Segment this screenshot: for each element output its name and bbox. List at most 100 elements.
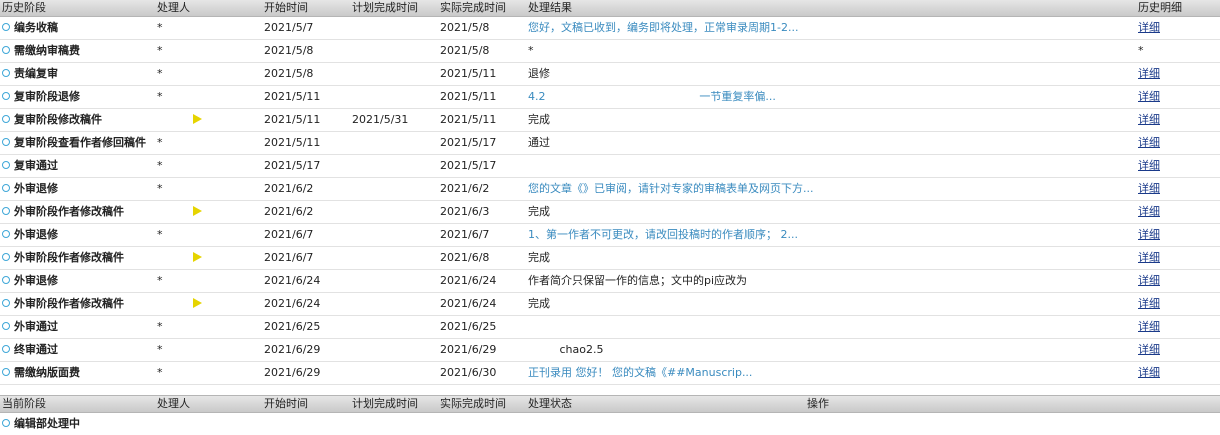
circle-bullet-icon bbox=[2, 345, 10, 353]
result-cell[interactable]: 正刊录用 您好！ 您的文稿《##Manuscrip... bbox=[528, 362, 752, 384]
detail-link[interactable]: 详细 bbox=[1138, 201, 1160, 223]
circle-bullet-icon bbox=[2, 419, 10, 427]
detail-link[interactable]: 详细 bbox=[1138, 316, 1160, 338]
current-row: 编辑部处理中 bbox=[0, 413, 1220, 435]
result-cell: 退修 bbox=[528, 67, 550, 80]
history-body: 编务收稿 * 2021/5/7 2021/5/8 您好，文稿已收到，编务即将处理，正常审… bbox=[0, 17, 1220, 385]
flag-icon bbox=[193, 252, 202, 262]
circle-bullet-icon bbox=[2, 161, 10, 169]
circle-bullet-icon bbox=[2, 299, 10, 307]
result-cell[interactable]: 您的文章《》已审阅，请针对专家的审稿表单及网页下方... bbox=[528, 178, 814, 200]
actual-cell: 2021/6/3 bbox=[440, 205, 490, 218]
detail-link[interactable]: 详细 bbox=[1138, 247, 1160, 269]
col-current-op: 操作 bbox=[807, 397, 829, 410]
stage-cell: 需缴纳审稿费 bbox=[2, 40, 80, 62]
handler-cell: * bbox=[157, 274, 163, 287]
result-cell[interactable]: 1、第一作者不可更改，请改回投稿时的作者顺序； 2... bbox=[528, 224, 798, 246]
detail-link[interactable]: 详细 bbox=[1138, 109, 1160, 131]
detail-link[interactable]: 详细 bbox=[1138, 155, 1160, 177]
result-cell: 完成 bbox=[528, 297, 550, 310]
section-gap bbox=[0, 385, 1220, 396]
stage-label: 复审阶段修改稿件 bbox=[14, 113, 102, 126]
start-cell: 2021/5/8 bbox=[264, 44, 314, 57]
actual-cell: 2021/6/7 bbox=[440, 228, 490, 241]
current-header: 当前阶段 处理人 开始时间 计划完成时间 实际完成时间 处理状态 操作 bbox=[0, 396, 1220, 413]
flag-icon bbox=[193, 114, 202, 124]
start-cell: 2021/5/7 bbox=[264, 21, 314, 34]
detail-link[interactable]: 详细 bbox=[1138, 362, 1160, 384]
circle-bullet-icon bbox=[2, 23, 10, 31]
handler-cell: * bbox=[157, 182, 163, 195]
handler-cell: * bbox=[157, 21, 163, 34]
actual-cell: 2021/6/25 bbox=[440, 320, 497, 333]
detail-link[interactable]: 详细 bbox=[1138, 132, 1160, 154]
stage-cell: 复审通过 bbox=[2, 155, 58, 177]
start-cell: 2021/5/11 bbox=[264, 136, 321, 149]
actual-cell: 2021/6/24 bbox=[440, 274, 497, 287]
table-row: 责编复审 * 2021/5/8 2021/5/11 退修 详细 bbox=[0, 63, 1220, 86]
col-current-status: 处理状态 bbox=[528, 397, 572, 410]
start-cell: 2021/6/29 bbox=[264, 343, 321, 356]
circle-bullet-icon bbox=[2, 207, 10, 215]
stage-label: 复审阶段查看作者修回稿件 bbox=[14, 136, 146, 149]
handler-cell: * bbox=[157, 320, 163, 333]
stage-label: 外审退修 bbox=[14, 274, 58, 287]
col-hist: 历史明细 bbox=[1138, 1, 1182, 14]
start-cell: 2021/6/7 bbox=[264, 228, 314, 241]
start-cell: 2021/6/25 bbox=[264, 320, 321, 333]
start-cell: 2021/6/7 bbox=[264, 251, 314, 264]
detail-link[interactable]: 详细 bbox=[1138, 339, 1160, 361]
circle-bullet-icon bbox=[2, 368, 10, 376]
table-row: 终审通过 * 2021/6/29 2021/6/29 chao2.5 详细 bbox=[0, 339, 1220, 362]
col-result: 处理结果 bbox=[528, 1, 572, 14]
detail-link[interactable]: 详细 bbox=[1138, 224, 1160, 246]
table-row: 需缴纳版面费 * 2021/6/29 2021/6/30 正刊录用 您好！ 您的文稿《#… bbox=[0, 362, 1220, 385]
stage-cell: 编务收稿 bbox=[2, 17, 58, 39]
circle-bullet-icon bbox=[2, 184, 10, 192]
detail-link[interactable]: 详细 bbox=[1138, 86, 1160, 108]
result-cell: chao2.5 bbox=[528, 343, 604, 356]
result-cell: 完成 bbox=[528, 113, 550, 126]
actual-cell: 2021/5/11 bbox=[440, 113, 497, 126]
table-row: 外审退修 * 2021/6/2 2021/6/2 您的文章《》已审阅，请针对专家的审稿表… bbox=[0, 178, 1220, 201]
col-plan: 计划完成时间 bbox=[352, 1, 418, 14]
stage-cell: 复审阶段查看作者修回稿件 bbox=[2, 132, 146, 154]
start-cell: 2021/5/17 bbox=[264, 159, 321, 172]
detail-link: * bbox=[1138, 44, 1144, 57]
actual-cell: 2021/5/17 bbox=[440, 159, 497, 172]
result-cell[interactable]: 4.2 一节重复率偏... bbox=[528, 86, 776, 108]
handler-cell: * bbox=[157, 136, 163, 149]
col-current-start: 开始时间 bbox=[264, 397, 308, 410]
handler-cell: * bbox=[157, 343, 163, 356]
col-actual: 实际完成时间 bbox=[440, 1, 506, 14]
result-cell: 作者简介只保留一作的信息；文中的pi应改为 bbox=[528, 274, 748, 287]
actual-cell: 2021/5/11 bbox=[440, 67, 497, 80]
col-current-actual: 实际完成时间 bbox=[440, 397, 506, 410]
table-row: 复审阶段查看作者修回稿件 * 2021/5/11 2021/5/17 通过 详细 bbox=[0, 132, 1220, 155]
actual-cell: 2021/6/8 bbox=[440, 251, 490, 264]
circle-bullet-icon bbox=[2, 69, 10, 77]
stage-cell: 外审阶段作者修改稿件 bbox=[2, 247, 124, 269]
stage-cell: 外审退修 bbox=[2, 178, 58, 200]
circle-bullet-icon bbox=[2, 115, 10, 123]
result-cell[interactable]: 您好，文稿已收到，编务即将处理，正常审录周期1-2... bbox=[528, 17, 798, 39]
col-handler: 处理人 bbox=[157, 1, 190, 14]
col-current-handler: 处理人 bbox=[157, 397, 190, 410]
history-table: 历史阶段 处理人 开始时间 计划完成时间 实际完成时间 处理结果 历史明细 编务… bbox=[0, 0, 1220, 385]
stage-label: 需缴纳审稿费 bbox=[14, 44, 80, 57]
detail-link[interactable]: 详细 bbox=[1138, 63, 1160, 85]
handler-cell: * bbox=[157, 159, 163, 172]
start-cell: 2021/6/24 bbox=[264, 274, 321, 287]
detail-link[interactable]: 详细 bbox=[1138, 17, 1160, 39]
result-cell: 完成 bbox=[528, 205, 550, 218]
current-table: 当前阶段 处理人 开始时间 计划完成时间 实际完成时间 处理状态 操作 编辑部处… bbox=[0, 396, 1220, 435]
flag-icon bbox=[193, 298, 202, 308]
detail-link[interactable]: 详细 bbox=[1138, 270, 1160, 292]
handler-cell: * bbox=[157, 366, 163, 379]
stage-cell: 外审退修 bbox=[2, 224, 58, 246]
detail-link[interactable]: 详细 bbox=[1138, 178, 1160, 200]
start-cell: 2021/6/2 bbox=[264, 182, 314, 195]
actual-cell: 2021/5/17 bbox=[440, 136, 497, 149]
detail-link[interactable]: 详细 bbox=[1138, 293, 1160, 315]
handler-cell: * bbox=[157, 228, 163, 241]
